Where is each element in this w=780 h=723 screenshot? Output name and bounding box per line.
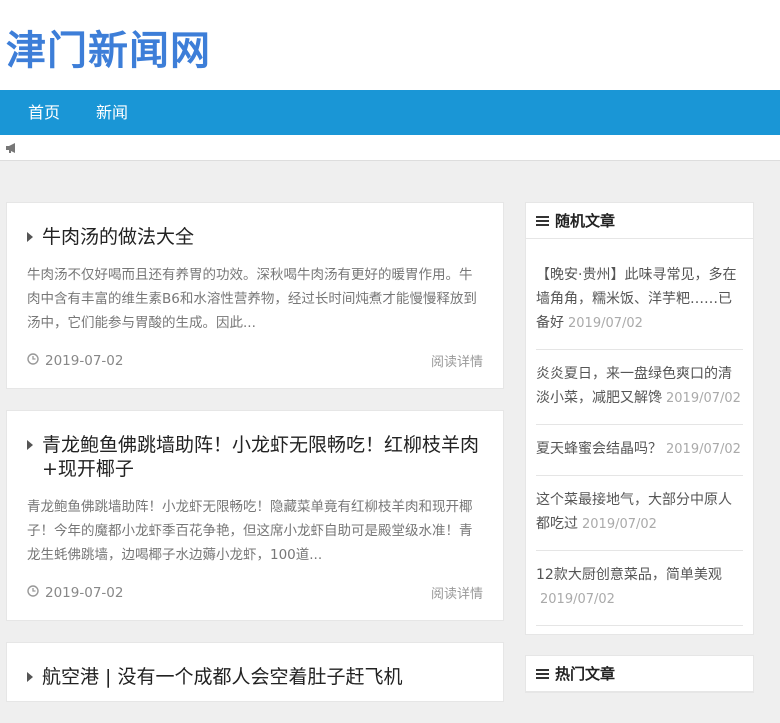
caret-right-icon — [27, 672, 33, 682]
caret-right-icon — [27, 232, 33, 242]
notice-bar — [0, 135, 780, 161]
article-date: 2019-07-02 — [45, 352, 124, 369]
site-header: 津门新闻网 — [0, 0, 780, 90]
nav-item-home[interactable]: 首页 — [10, 90, 78, 135]
read-more-link[interactable]: 阅读详情 — [431, 583, 483, 602]
article-card: 航空港 | 没有一个成都人会空着肚子赶飞机 — [6, 642, 504, 702]
nav-item-news[interactable]: 新闻 — [78, 90, 146, 135]
list-icon — [536, 215, 549, 227]
article-date: 2019-07-02 — [45, 584, 124, 601]
list-item[interactable]: 炎炎夏日，来一盘绿色爽口的清淡小菜，减肥又解馋 2019/07/02 — [536, 350, 743, 425]
read-more-link[interactable]: 阅读详情 — [431, 351, 483, 370]
random-articles-widget: 随机文章 【晚安·贵州】此味寻常见，多在墙角角，糯米饭、洋芋粑……已备好 2019… — [525, 202, 754, 635]
article-excerpt: 牛肉汤不仅好喝而且还有养胃的功效。深秋喝牛肉汤有更好的暖胃作用。牛肉中含有丰富的… — [27, 267, 477, 331]
article-title[interactable]: 青龙鲍鱼佛跳墙助阵！小龙虾无限畅吃！红柳枝羊肉+现开椰子 — [42, 433, 483, 481]
list-item[interactable]: 夏天蜂蜜会结晶吗？ 2019/07/02 — [536, 425, 743, 476]
megaphone-icon — [5, 142, 19, 154]
widget-title: 随机文章 — [555, 212, 616, 230]
site-logo[interactable]: 津门新闻网 — [6, 18, 211, 76]
caret-right-icon — [27, 440, 33, 450]
hot-articles-widget: 热门文章 — [525, 655, 754, 693]
main-nav: 首页 新闻 — [0, 90, 780, 135]
article-card: 牛肉汤的做法大全 牛肉汤不仅好喝而且还有养胃的功效。深秋喝牛肉汤有更好的暖胃作用… — [6, 202, 504, 389]
article-card: 青龙鲍鱼佛跳墙助阵！小龙虾无限畅吃！红柳枝羊肉+现开椰子 青龙鲍鱼佛跳墙助阵！小… — [6, 410, 504, 621]
list-item[interactable]: 这个菜最接地气，大部分中原人都吃过 2019/07/02 — [536, 476, 743, 551]
article-title[interactable]: 航空港 | 没有一个成都人会空着肚子赶飞机 — [42, 665, 402, 689]
article-title[interactable]: 牛肉汤的做法大全 — [42, 225, 194, 249]
list-icon — [536, 668, 549, 680]
list-item[interactable]: 12款大厨创意菜品，简单美观2019/07/02 — [536, 551, 743, 626]
sidebar: 随机文章 【晚安·贵州】此味寻常见，多在墙角角，糯米饭、洋芋粑……已备好 2019… — [525, 202, 754, 713]
widget-title: 热门文章 — [555, 665, 616, 683]
article-excerpt: 青龙鲍鱼佛跳墙助阵！小龙虾无限畅吃！隐藏菜单竟有红柳枝羊肉和现开椰子！今年的魔都… — [27, 499, 473, 563]
clock-icon — [27, 352, 39, 369]
article-list: 牛肉汤的做法大全 牛肉汤不仅好喝而且还有养胃的功效。深秋喝牛肉汤有更好的暖胃作用… — [6, 202, 504, 723]
list-item[interactable]: 【晚安·贵州】此味寻常见，多在墙角角，糯米饭、洋芋粑……已备好 2019/07/0… — [536, 251, 743, 350]
clock-icon — [27, 584, 39, 601]
